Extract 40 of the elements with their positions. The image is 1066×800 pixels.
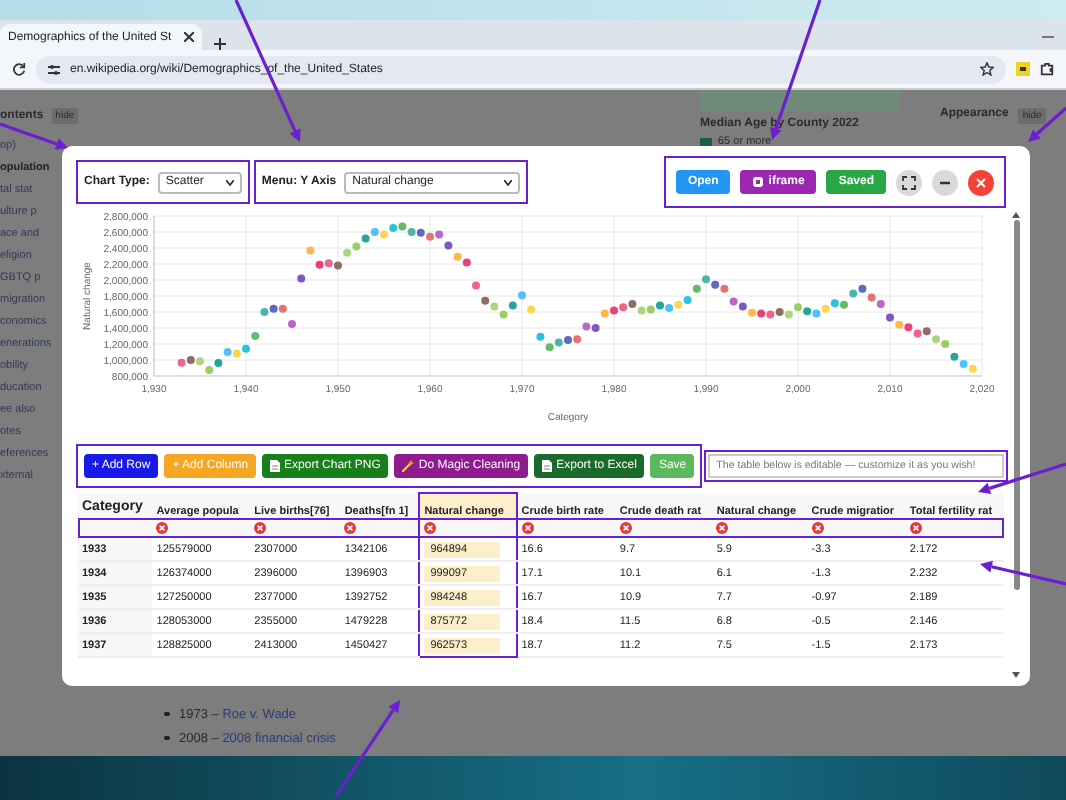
- data-point: [306, 246, 315, 255]
- delete-column-icon[interactable]: [254, 521, 267, 533]
- delete-column-icon[interactable]: [344, 521, 357, 533]
- sparkle-icon: [402, 460, 415, 472]
- caret-icon: [504, 179, 513, 185]
- data-point: [472, 281, 480, 290]
- file-icon: [270, 460, 281, 472]
- annotation-arrow: [980, 560, 1066, 586]
- caret-icon: [225, 179, 234, 185]
- annotation-arrow: [978, 462, 1066, 495]
- reload-icon[interactable]: [12, 62, 26, 76]
- fullscreen-button[interactable]: [896, 169, 922, 195]
- bullet-icon: [164, 711, 169, 717]
- annotation-arrow: [0, 122, 68, 150]
- scrollbar-thumb[interactable]: [1013, 220, 1019, 590]
- puzzle-icon[interactable]: [1040, 62, 1054, 76]
- new-tab-icon[interactable]: [213, 38, 226, 50]
- delete-column-icon[interactable]: [811, 521, 824, 533]
- delete-column-icon[interactable]: [909, 521, 922, 533]
- minimize-button[interactable]: [932, 169, 958, 195]
- site-settings-icon[interactable]: [48, 63, 60, 75]
- annotation-arrow: [334, 700, 400, 797]
- scroll-up-icon[interactable]: [1012, 212, 1020, 218]
- file-icon: [542, 460, 553, 472]
- extension-icon[interactable]: [1016, 62, 1030, 76]
- close-button[interactable]: [968, 169, 994, 195]
- frame-icon: [752, 176, 765, 188]
- data-point: [297, 274, 306, 283]
- delete-column-icon[interactable]: [424, 521, 437, 533]
- bullet-icon: [164, 735, 169, 741]
- scroll-down-icon[interactable]: [1012, 672, 1020, 678]
- data-point: [288, 320, 296, 328]
- delete-column-icon[interactable]: [716, 521, 729, 533]
- delete-column-icon[interactable]: [521, 521, 534, 533]
- close-icon[interactable]: [183, 32, 194, 42]
- data-point: [251, 332, 260, 340]
- delete-column-icon[interactable]: [156, 521, 169, 533]
- star-icon[interactable]: [980, 62, 994, 76]
- delete-column-icon[interactable]: [619, 521, 632, 533]
- data-point: [527, 305, 536, 314]
